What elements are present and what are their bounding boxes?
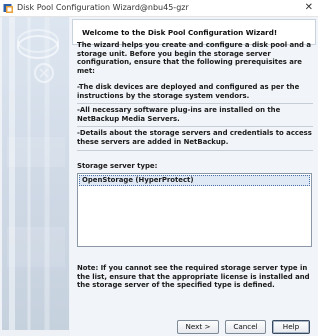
storage-illustration-icon [7, 17, 65, 330]
cancel-button[interactable]: Cancel [225, 320, 266, 334]
window-title: Disk Pool Configuration Wizard@nbu45-gzr [17, 3, 189, 12]
intro-text: The wizard helps you create and configur… [77, 41, 312, 75]
wizard-window: Welcome to the Disk Pool Configuration W… [0, 17, 318, 336]
prerequisite-item: -All necessary software plug-ins are ins… [77, 106, 281, 123]
wizard-side-graphic [2, 17, 69, 330]
storage-server-type-list[interactable]: OpenStorage (HyperProtect) [77, 173, 312, 247]
title-bar: Disk Pool Configuration Wizard@nbu45-gzr… [0, 0, 318, 17]
storage-server-type-label: Storage server type: [77, 162, 158, 170]
netbackup-wizard-icon [3, 4, 13, 13]
prerequisite-item: -Details about the storage servers and c… [77, 129, 312, 146]
prerequisite-item: -The disk devices are deployed and confi… [77, 83, 300, 100]
divider [77, 103, 313, 104]
help-button[interactable]: Help [272, 320, 310, 334]
close-icon[interactable]: ✕ [305, 2, 313, 14]
divider [77, 150, 313, 151]
note-text: Note: If you cannot see the required sto… [77, 264, 310, 290]
wizard-content: Welcome to the Disk Pool Configuration W… [70, 17, 318, 336]
next-button[interactable]: Next > [177, 320, 219, 334]
page-title: Welcome to the Disk Pool Configuration W… [82, 28, 278, 37]
list-item-openstorage[interactable]: OpenStorage (HyperProtect) [79, 175, 310, 186]
button-row: Next > Cancel Help [70, 320, 318, 336]
divider [77, 126, 313, 127]
